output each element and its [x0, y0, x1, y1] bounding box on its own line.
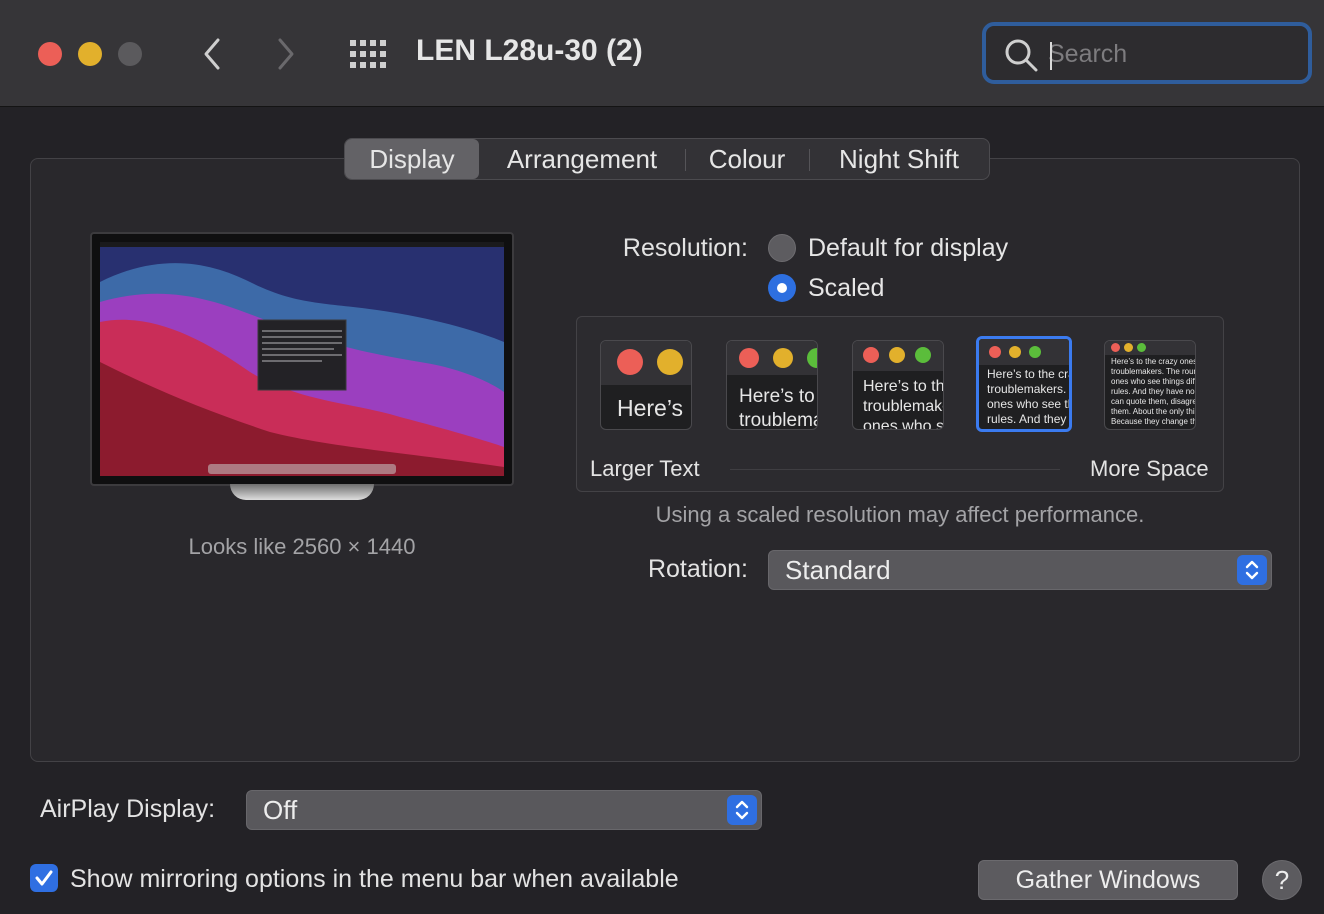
search-icon: [1005, 39, 1038, 72]
tab-bar: Display Arrangement Colour Night Shift: [344, 138, 990, 180]
forward-arrow-icon[interactable]: [272, 36, 300, 72]
tab-night-shift[interactable]: Night Shift: [809, 139, 989, 179]
popup-chevrons-icon: [727, 795, 757, 825]
scale-option-4[interactable]: Here’s to the crazy ones troublemakers. …: [976, 336, 1072, 432]
default-for-display-radio[interactable]: [768, 234, 796, 262]
scale-option-5[interactable]: Here’s to the crazy ones troublemakers. …: [1104, 340, 1196, 430]
scaled-radio[interactable]: [768, 274, 796, 302]
monitor-preview: [90, 232, 514, 486]
scale-option-3[interactable]: Here’s to the crazy troublemakers ones w…: [852, 340, 944, 430]
scale-option-1[interactable]: Here’s: [600, 340, 692, 430]
rotation-popup[interactable]: Standard: [768, 550, 1272, 590]
larger-text-label: Larger Text: [590, 456, 700, 481]
popup-chevrons-icon: [1237, 555, 1267, 585]
default-for-display-label[interactable]: Default for display: [808, 234, 1008, 263]
desktop-wallpaper-preview: [100, 242, 504, 476]
scale-option-2[interactable]: Here’s to the crazy ones troublemakers: [726, 340, 818, 430]
scaled-label[interactable]: Scaled: [808, 274, 884, 303]
rotation-value: Standard: [785, 555, 891, 585]
search-field[interactable]: [982, 22, 1312, 84]
more-space-label: More Space: [1090, 456, 1209, 481]
tab-colour[interactable]: Colour: [685, 139, 809, 179]
close-window-button[interactable]: [38, 42, 62, 66]
show-mirroring-label[interactable]: Show mirroring options in the menu bar w…: [70, 865, 679, 894]
show-mirroring-checkbox[interactable]: [30, 864, 58, 892]
tab-display[interactable]: Display: [345, 139, 479, 179]
help-button[interactable]: ?: [1262, 860, 1302, 900]
tab-arrangement[interactable]: Arrangement: [479, 139, 685, 179]
scale-divider: [730, 469, 1060, 470]
gather-windows-button[interactable]: Gather Windows: [978, 860, 1238, 900]
airplay-display-label: AirPlay Display:: [40, 795, 216, 823]
window-title: LEN L28u-30 (2): [416, 34, 643, 67]
performance-note: Using a scaled resolution may affect per…: [655, 502, 1145, 527]
looks-like-resolution: Looks like 2560 × 1440: [188, 534, 416, 559]
airplay-display-value: Off: [263, 795, 298, 825]
checkmark-icon: [35, 870, 53, 886]
zoom-window-button[interactable]: [118, 42, 142, 66]
search-input[interactable]: [1048, 36, 1288, 72]
rotation-label: Rotation:: [647, 555, 748, 583]
minimize-window-button[interactable]: [78, 42, 102, 66]
resolution-label: Resolution:: [622, 234, 748, 262]
show-all-grid-icon[interactable]: [350, 40, 388, 68]
title-bar: LEN L28u-30 (2): [0, 0, 1324, 107]
airplay-display-popup[interactable]: Off: [246, 790, 762, 830]
text-caret: [1050, 42, 1052, 70]
back-arrow-icon[interactable]: [198, 36, 226, 72]
monitor-stand: [230, 484, 374, 500]
